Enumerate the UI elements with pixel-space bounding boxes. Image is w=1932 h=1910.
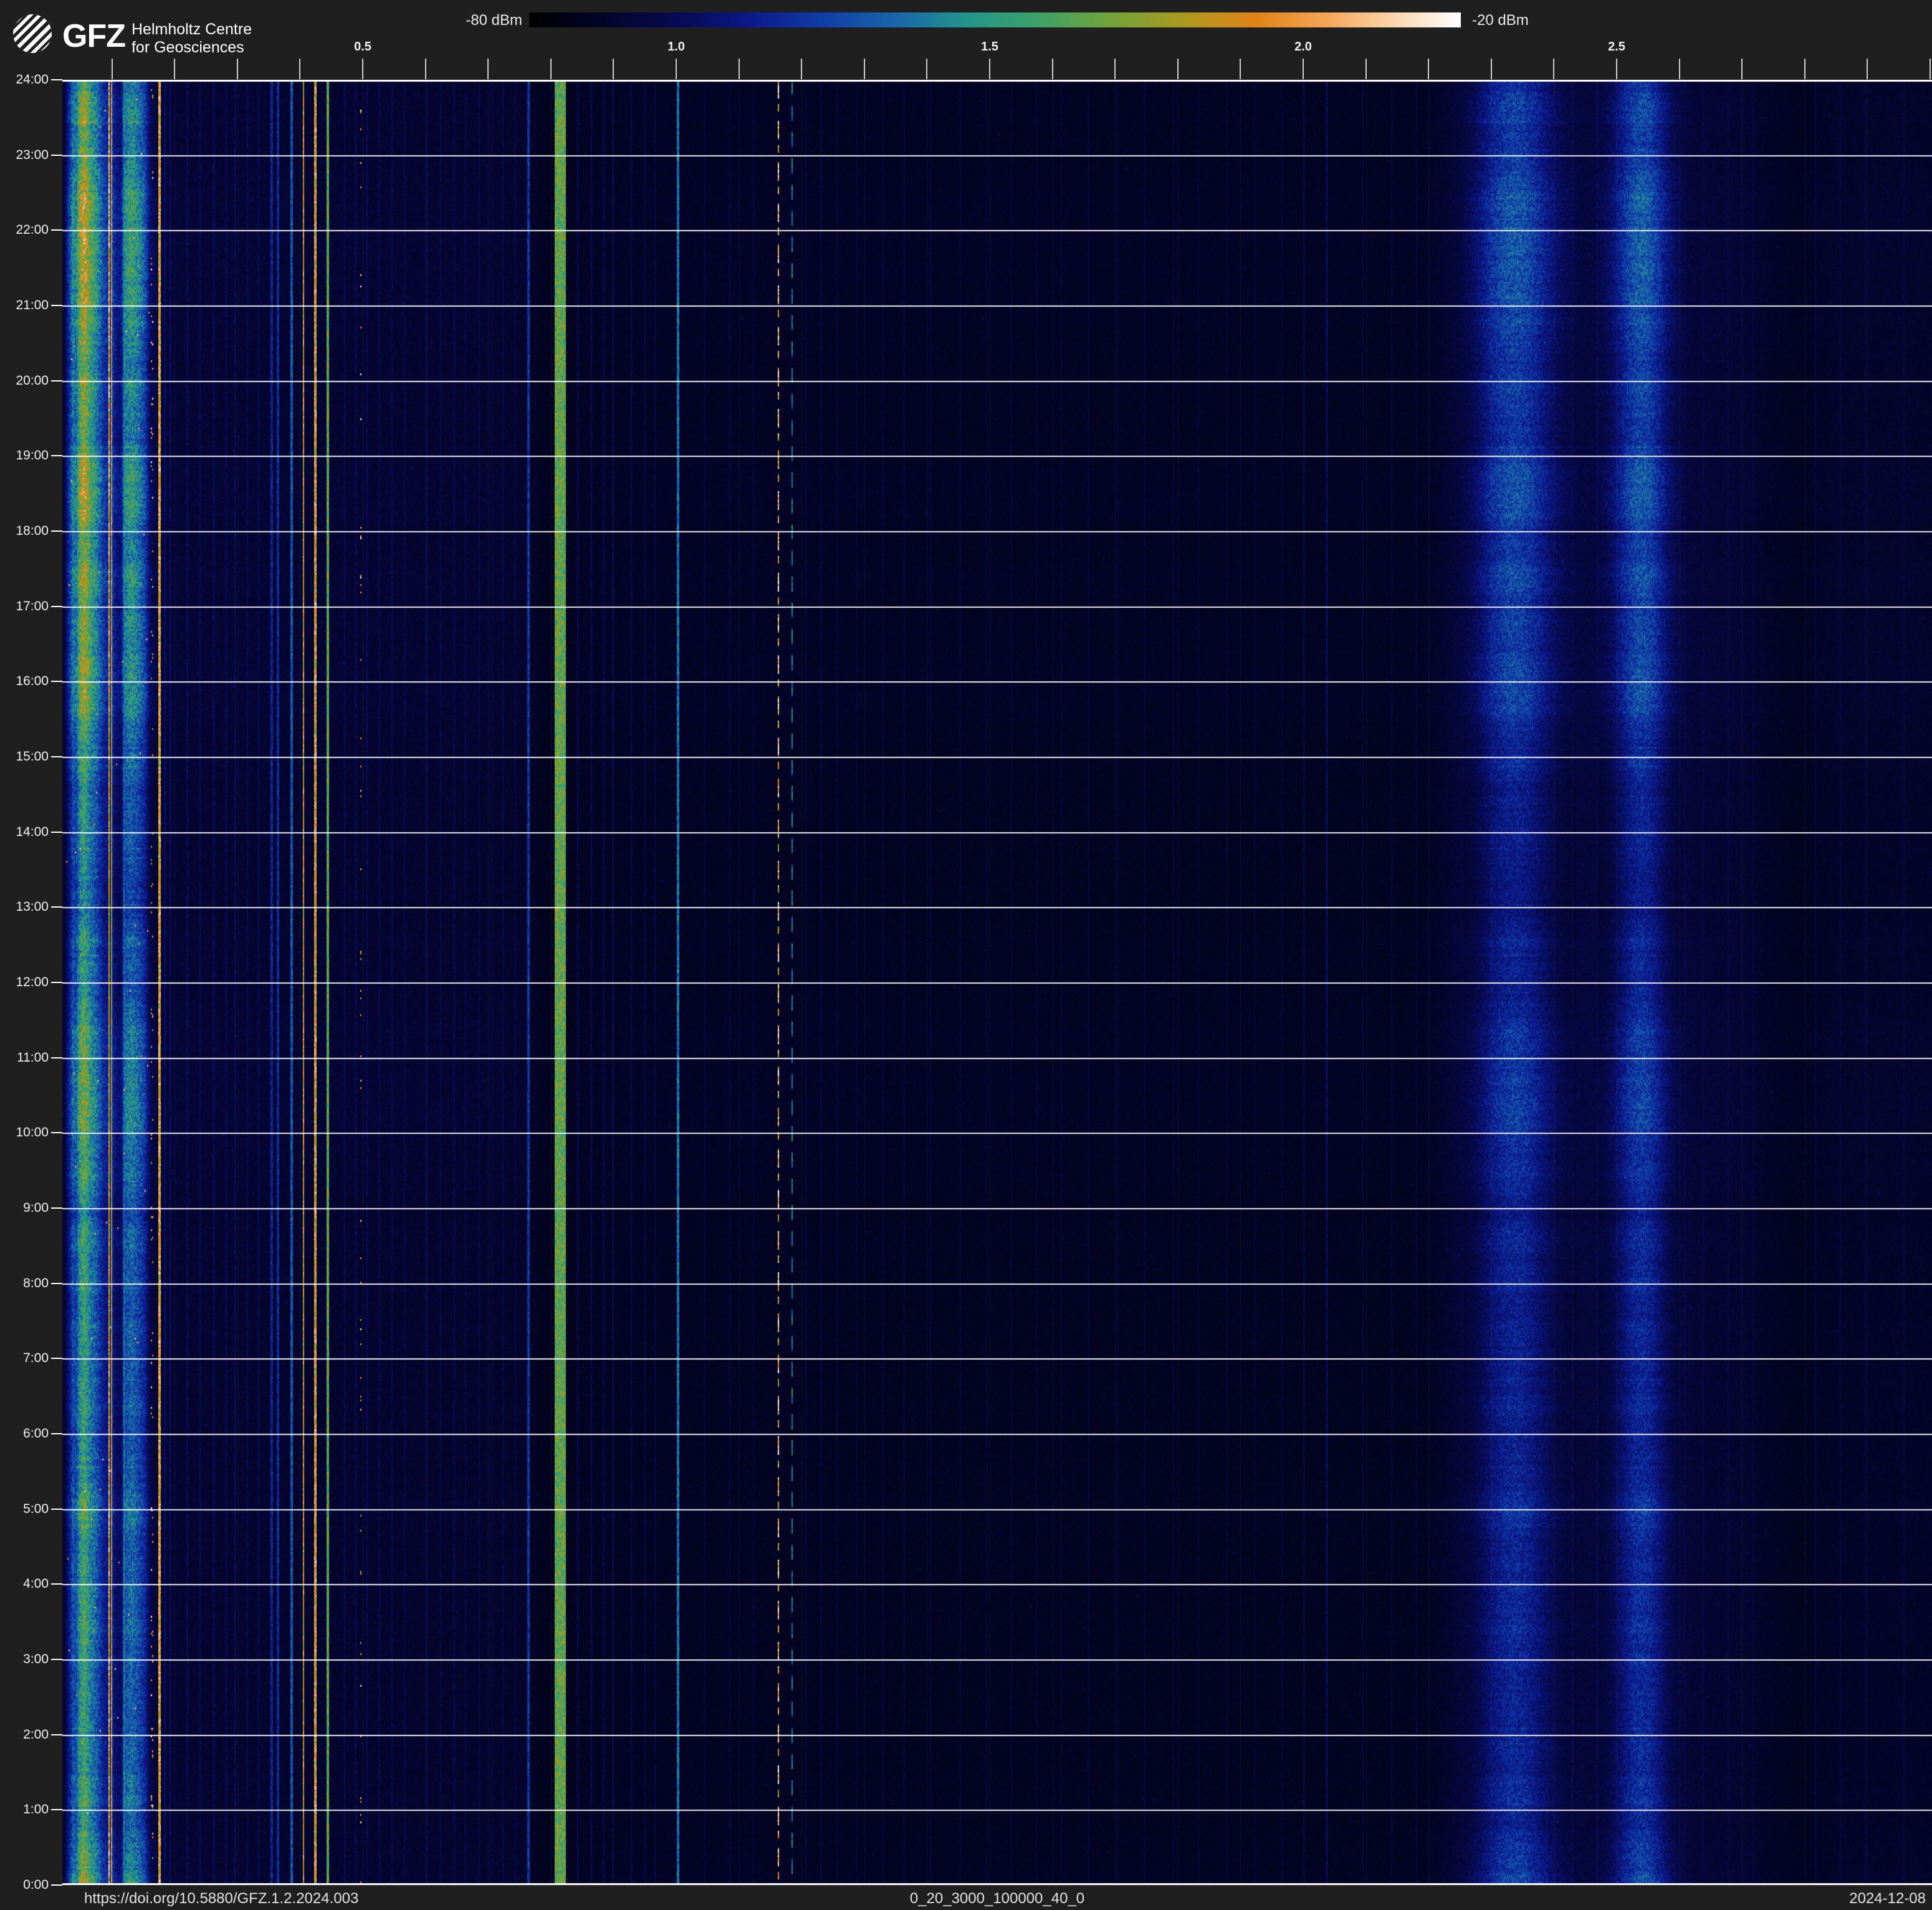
y-axis-label: 11:00: [0, 1050, 49, 1065]
y-axis-label: 19:00: [0, 448, 49, 463]
y-axis-label: 14:00: [0, 825, 49, 840]
y-axis-label: 1:00: [0, 1802, 49, 1817]
y-axis-tick: [51, 229, 62, 231]
x-axis-tick: [1553, 59, 1554, 79]
x-axis-tick: [1930, 59, 1931, 79]
x-axis-label: 1.0: [648, 40, 704, 54]
y-axis-tick: [51, 380, 62, 382]
x-axis-label: 2.0: [1275, 40, 1331, 54]
y-axis-tick: [51, 1884, 62, 1886]
x-axis-tick: [299, 59, 300, 79]
x-axis-tick: [1679, 59, 1680, 79]
y-axis-tick: [51, 1358, 62, 1359]
x-axis-tick: [174, 59, 175, 79]
y-axis-label: 4:00: [0, 1576, 49, 1591]
x-axis-tick: [613, 59, 614, 79]
y-axis-tick: [51, 1583, 62, 1585]
x-axis-label: 0.5: [335, 40, 391, 54]
y-axis-tick: [51, 1809, 62, 1810]
colorbar-gradient: [529, 12, 1461, 27]
y-axis-label: 0:00: [0, 1878, 49, 1893]
y-axis-label: 6:00: [0, 1426, 49, 1441]
y-axis-label: 22:00: [0, 223, 49, 238]
y-axis-label: 5:00: [0, 1502, 49, 1517]
x-axis-tick: [1804, 59, 1805, 79]
x-axis-tick: [1177, 59, 1179, 79]
x-axis-tick: [801, 59, 802, 79]
colorbar-max-label: -20 dBm: [1472, 12, 1609, 29]
y-axis-label: 2:00: [0, 1727, 49, 1742]
y-axis-label: 23:00: [0, 148, 49, 163]
x-axis-tick: [989, 59, 990, 79]
x-axis-tick: [112, 59, 113, 79]
logo-acronym: GFZ: [62, 20, 125, 52]
x-axis-tick: [1303, 59, 1304, 79]
y-axis-label: 7:00: [0, 1351, 49, 1366]
y-axis-tick: [51, 1207, 62, 1209]
x-axis-tick: [1052, 59, 1053, 79]
y-axis-tick: [51, 606, 62, 607]
x-axis-tick: [1240, 59, 1241, 79]
x-axis-tick: [676, 59, 677, 79]
y-axis-tick: [51, 1734, 62, 1735]
y-axis-label: 8:00: [0, 1276, 49, 1291]
y-axis-tick: [51, 1283, 62, 1284]
x-axis-tick: [739, 59, 740, 79]
y-axis-label: 10:00: [0, 1125, 49, 1140]
x-axis-tick: [1428, 59, 1429, 79]
y-axis-tick: [51, 155, 62, 156]
x-axis-label: 1.5: [962, 40, 1018, 54]
y-axis-tick: [51, 681, 62, 682]
y-axis-label: 18:00: [0, 524, 49, 539]
y-axis-tick: [51, 906, 62, 908]
logo-subtitle: Helmholtz Centre for Geosciences: [132, 21, 252, 57]
x-axis-tick: [1867, 59, 1868, 79]
x-axis-tick: [425, 59, 426, 79]
y-axis-label: 12:00: [0, 975, 49, 990]
x-axis-tick: [1616, 59, 1617, 79]
y-axis-label: 15:00: [0, 749, 49, 764]
gfz-logo: GFZ Helmholtz Centre for Geosciences: [11, 12, 252, 57]
y-axis-label: 16:00: [0, 674, 49, 689]
y-axis-label: 21:00: [0, 298, 49, 313]
x-axis-label: 2.5: [1589, 40, 1645, 54]
gfz-globe-icon: [11, 12, 54, 55]
y-axis-tick: [51, 455, 62, 456]
y-axis-tick: [51, 1509, 62, 1510]
y-axis-label: 24:00: [0, 72, 49, 87]
x-axis-tick: [926, 59, 927, 79]
x-axis-tick: [362, 59, 363, 79]
config-label: 0_20_3000_100000_40_0: [62, 1890, 1932, 1908]
spectrogram-app: GFZ Helmholtz Centre for Geosciences -80…: [0, 0, 1932, 1910]
logo-subtitle-line1: Helmholtz Centre: [132, 21, 252, 39]
y-axis-tick: [51, 1132, 62, 1133]
y-axis-tick: [51, 1057, 62, 1058]
x-axis-tick: [1114, 59, 1116, 79]
y-axis-label: 13:00: [0, 900, 49, 914]
y-axis-tick: [51, 756, 62, 757]
logo-subtitle-line2: for Geosciences: [132, 39, 252, 57]
y-axis-label: 3:00: [0, 1652, 49, 1667]
y-axis-tick: [51, 982, 62, 983]
date-label: 2024-12-08: [1849, 1890, 1926, 1908]
y-axis-tick: [51, 305, 62, 306]
x-axis-tick: [1491, 59, 1492, 79]
colorbar-min-label: -80 dBm: [399, 12, 522, 29]
x-axis-tick: [1365, 59, 1367, 79]
y-axis-tick: [51, 1659, 62, 1660]
y-axis-label: 9:00: [0, 1201, 49, 1216]
x-axis-tick: [1741, 59, 1743, 79]
x-axis-tick: [487, 59, 489, 79]
spectrogram-canvas: [62, 80, 1932, 1885]
y-axis-label: 17:00: [0, 599, 49, 614]
y-axis-tick: [51, 832, 62, 833]
x-axis-tick: [237, 59, 238, 79]
x-axis-tick: [550, 59, 552, 79]
x-axis-tick: [864, 59, 865, 79]
y-axis-tick: [51, 530, 62, 532]
y-axis-label: 20:00: [0, 373, 49, 388]
y-axis-tick: [51, 79, 62, 80]
y-axis-tick: [51, 1433, 62, 1434]
